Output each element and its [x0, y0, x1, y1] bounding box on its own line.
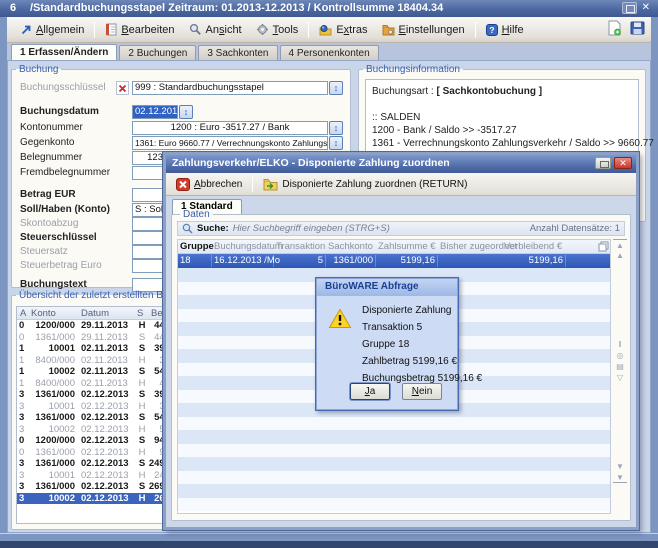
field-label-belegnummer: Belegnummer [20, 152, 82, 163]
popup-titlebar: BüroWARE Abfrage [317, 279, 457, 296]
menu-item-bearbeiten[interactable]: Bearbeiten [98, 20, 181, 39]
new-document-icon[interactable] [607, 20, 622, 36]
cancel-x-icon [176, 178, 190, 191]
field-label-fremdbelegnummer: Fremdbelegnummer [20, 167, 110, 178]
menu-item-einstellungen[interactable]: Einstellungen [375, 21, 472, 39]
field-label-buchungstext: Buchungstext [20, 279, 87, 290]
empty-row [178, 498, 610, 512]
payment-row-selected[interactable]: 1816.12.2013 /Mo51361/0005199,165199,16 [178, 254, 610, 268]
scroll-down-icon[interactable]: ▼ [613, 461, 627, 472]
empty-row [178, 444, 610, 458]
empty-row [178, 417, 610, 431]
menu-item-hilfe[interactable]: ?Hilfe [479, 21, 531, 39]
gegenkonto-dropdown-icon[interactable]: ↕ [329, 136, 343, 150]
no-button[interactable]: Nein [402, 383, 442, 400]
tab-1-erfassen-ndern[interactable]: 1 Erfassen/Ändern [11, 44, 117, 60]
scroll-top-icon[interactable]: ▲ [613, 239, 627, 250]
table-scrollbar[interactable]: ▲▲ ‖◎▤▽ ▼▼ [613, 239, 627, 514]
menu-item-allgemein[interactable]: Allgemein [13, 21, 91, 39]
kontonummer-dropdown-icon[interactable]: ↕ [329, 121, 343, 135]
menu-item-extras[interactable]: Extras [312, 21, 374, 39]
clear-icon[interactable] [116, 81, 129, 95]
popup-line: Disponierte Zahlung [362, 305, 452, 316]
field-label-buchungsdatum: Buchungsdatum [20, 106, 99, 117]
zoom-icon[interactable]: ◎ [613, 350, 627, 361]
grid-icon[interactable]: ▤ [613, 361, 627, 372]
warning-icon [328, 308, 352, 329]
dialog-close-icon[interactable]: ✕ [614, 157, 632, 169]
gegenkonto-select[interactable]: 1361: Euro 9660.77 / Verrechnungskonto Z… [132, 136, 328, 150]
search-placeholder: Hier Suchbegriff eingeben (STRG+S) [233, 223, 526, 234]
dialog-maximize-icon[interactable] [595, 157, 611, 169]
popup-line: Zahlbetrag 5199,16 € [362, 356, 457, 367]
buchungsart-value: [ Sachkontobuchung ] [437, 86, 543, 97]
window-bottom-frame [0, 533, 658, 541]
empty-row [178, 484, 610, 498]
dialog-titlebar: Zahlungsverkehr/ELKO - Disponierte Zahlu… [166, 155, 636, 173]
save-icon[interactable] [630, 21, 645, 35]
window-number: 6 [10, 2, 16, 14]
menu-separator [94, 22, 95, 38]
maximize-icon[interactable] [622, 2, 637, 14]
field-label-steuersatz: Steuersatz [20, 246, 68, 257]
buchungsschluessel-select[interactable]: 999 : Standardbuchungsstapel [132, 81, 328, 95]
menu-separator [475, 22, 476, 38]
record-count: Anzahl Datensätze: 1 [530, 223, 620, 234]
popup-line: Gruppe 18 [362, 339, 409, 350]
window-titlebar: 6 /Standardbuchungsstapel Zeitraum: 01.2… [0, 0, 658, 17]
assign-payment-button[interactable]: Disponierte Zahlung zuordnen (RETURN) [258, 176, 472, 193]
menu-bar: Allgemein BearbeitenAnsichtTools ExtrasEin… [7, 17, 651, 43]
tab-strip: 1 Erfassen/Ändern2 Buchungen3 Sachkonten… [7, 43, 651, 60]
popup-line: Transaktion 5 [362, 322, 422, 333]
assign-folder-icon [263, 178, 278, 191]
field-label-buchungsschluessel: Buchungsschlüssel [20, 82, 106, 93]
tab-3-sachkonten[interactable]: 3 Sachkonten [198, 45, 277, 60]
booking-info-title: Buchungsinformation [363, 64, 463, 75]
dialog-toolbar: Abbrechen Disponierte Zahlung zuordnen (… [166, 173, 636, 196]
main-window: 6 /Standardbuchungsstapel Zeitraum: 01.2… [0, 0, 658, 548]
field-label-gegenkonto: Gegenkonto [20, 137, 75, 148]
filter-icon[interactable]: ▽ [613, 372, 627, 383]
empty-row [178, 471, 610, 485]
booking-group-title: Buchung [16, 64, 61, 75]
search-bar[interactable]: Suche: Hier Suchbegriff eingeben (STRG+S… [177, 221, 625, 236]
search-icon [182, 223, 193, 234]
field-label-kontonummer: Kontonummer [20, 122, 83, 133]
tab-4-personenkonten[interactable]: 4 Personenkonten [280, 45, 379, 60]
tab-2-buchungen[interactable]: 2 Buchungen [119, 45, 196, 60]
menu-separator [308, 22, 309, 38]
search-label: Suche: [197, 223, 229, 234]
scroll-up-icon[interactable]: ▲ [613, 250, 627, 261]
buchungsdatum-input[interactable]: 02.12.2013 [132, 105, 178, 119]
field-label-steuerbetrag-euro: Steuerbetrag Euro [20, 260, 102, 271]
payments-table-header: GruppeBuchungsdatumTransaktionSachkontoZ… [178, 240, 610, 254]
window-title: /Standardbuchungsstapel Zeitraum: 01.201… [30, 2, 443, 14]
pause-icon[interactable]: ‖ [613, 339, 627, 350]
empty-row [178, 430, 610, 444]
field-label-steuerschluessel: Steuerschlüssel [20, 232, 97, 243]
kontonummer-select[interactable]: 1200 : Euro -3517.27 / Bank [132, 121, 328, 135]
copy-grid-icon[interactable] [598, 241, 609, 252]
empty-row [178, 457, 610, 471]
scroll-bottom-icon[interactable]: ▼ [613, 472, 627, 483]
field-label-soll-haben: Soll/Haben (Konto) [20, 204, 110, 215]
field-label-betrag-eur: Betrag EUR [20, 189, 76, 200]
close-icon[interactable]: ✕ [642, 2, 650, 14]
buchungsschluessel-dropdown-icon[interactable]: ↕ [329, 81, 343, 95]
window-bottom-edge [0, 541, 658, 548]
menu-item-ansicht[interactable]: Ansicht [182, 20, 249, 39]
info-line: 1361 - Verrechnungskonto Zahlungsverkehr… [372, 137, 632, 150]
confirm-popup: BüroWARE Abfrage Disponierte Zahlung Tran… [315, 277, 459, 411]
yes-button[interactable]: Ja [350, 383, 390, 400]
dialog-group-title: Daten [180, 209, 213, 220]
info-line: :: SALDEN [372, 111, 632, 124]
cancel-button[interactable]: Abbrechen [171, 176, 247, 193]
menu-item-tools[interactable]: Tools [249, 20, 306, 39]
field-label-skontoabzug: Skontoabzug [20, 218, 78, 229]
svg-text:?: ? [489, 25, 494, 35]
info-line: 1200 - Bank / Saldo >> -3517.27 [372, 124, 632, 137]
buchungsdatum-dropdown-icon[interactable]: ↕ [179, 105, 193, 119]
belegnummer-input[interactable]: 123 [132, 151, 166, 165]
